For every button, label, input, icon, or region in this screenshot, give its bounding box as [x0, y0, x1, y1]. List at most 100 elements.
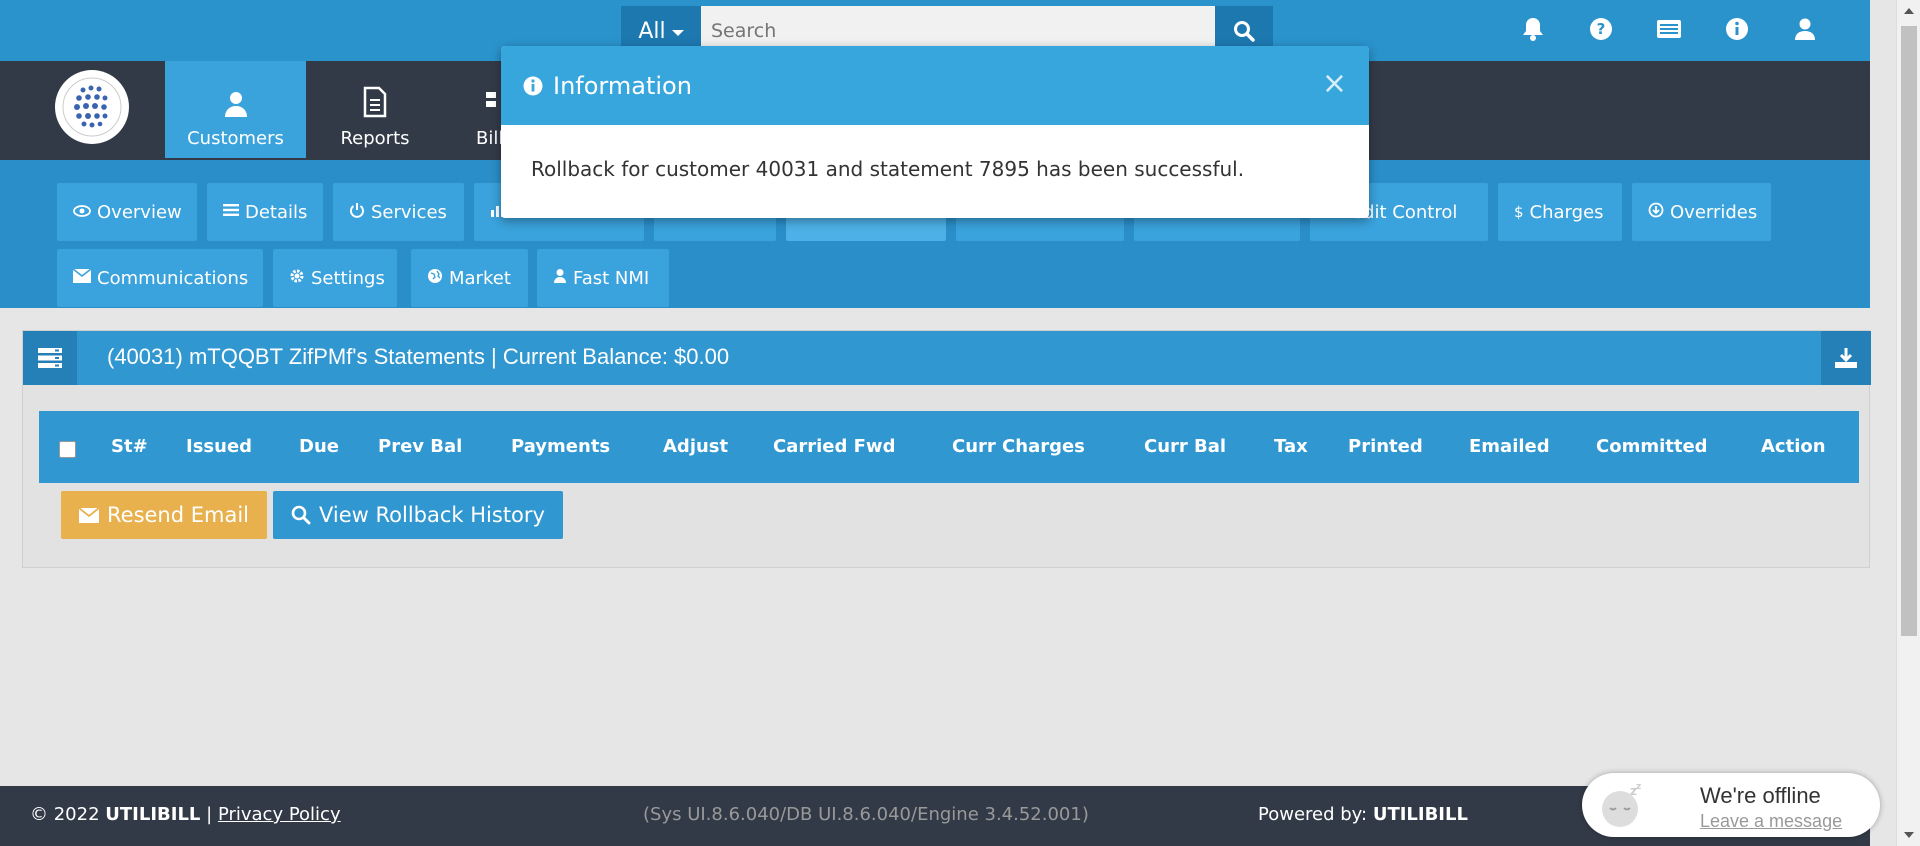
tab-overrides-label: Overrides	[1670, 201, 1758, 223]
search-icon	[1234, 21, 1255, 42]
tab-overview-label: Overview	[97, 201, 182, 223]
resend-email-button[interactable]: Resend Email	[61, 491, 267, 539]
envelope-icon	[79, 507, 99, 523]
user-icon	[553, 268, 567, 288]
tab-charges[interactable]: $ Charges	[1498, 183, 1622, 241]
col-issued[interactable]: Issued	[186, 436, 252, 457]
tab-fast-nmi[interactable]: Fast NMI	[537, 249, 669, 307]
view-rollback-history-button[interactable]: View Rollback History	[273, 491, 563, 539]
statements-panel: (40031) mTQQBT ZifPMf's Statements | Cur…	[22, 330, 1871, 568]
envelope-icon	[72, 268, 92, 287]
caret-down-icon	[671, 30, 684, 36]
copyright-text: © 2022	[30, 804, 100, 825]
app-logo[interactable]	[55, 70, 129, 144]
tab-overrides[interactable]: Overrides	[1632, 183, 1771, 241]
panel-title: (40031) mTQQBT ZifPMf's Statements | Cur…	[107, 344, 730, 369]
version-info: (Sys UI.8.6.040/DB UI.8.6.040/Engine 3.4…	[643, 804, 1089, 825]
bell-icon[interactable]	[1518, 14, 1548, 44]
svg-text:z: z	[1636, 782, 1641, 792]
col-adjust[interactable]: Adjust	[663, 436, 728, 457]
cog-icon	[289, 268, 305, 288]
sleeping-face-icon: z z	[1602, 782, 1641, 827]
information-modal: Information × Rollback for customer 4003…	[501, 46, 1369, 218]
col-emailed[interactable]: Emailed	[1469, 436, 1550, 457]
chat-status: We're offline	[1700, 783, 1821, 808]
view-rollback-history-label: View Rollback History	[319, 503, 545, 527]
powered-by-label: Powered by:	[1258, 804, 1368, 825]
server-icon	[38, 348, 62, 368]
table-icon	[486, 92, 496, 107]
dollar-icon: $	[1514, 203, 1524, 221]
help-icon[interactable]: ?	[1586, 14, 1616, 44]
power-icon	[349, 202, 365, 222]
tab-market-label: Market	[449, 267, 511, 289]
scroll-up-icon[interactable]	[1904, 8, 1914, 14]
chat-widget[interactable]: z z We're offline Leave a message	[1582, 773, 1880, 837]
user-icon[interactable]	[1790, 14, 1820, 44]
panel-toggle[interactable]	[23, 331, 77, 385]
svg-text:?: ?	[1597, 20, 1606, 38]
info-icon	[523, 76, 543, 95]
select-all-checkbox[interactable]	[59, 441, 76, 458]
resend-email-label: Resend Email	[107, 503, 250, 527]
tab-settings[interactable]: Settings	[273, 249, 397, 307]
tab-details[interactable]: Details	[207, 183, 323, 241]
tab-market[interactable]: Market	[411, 249, 528, 307]
nav-customers[interactable]: Customers	[165, 61, 306, 158]
powered-by-brand: UTILIBILL	[1372, 804, 1468, 825]
col-tax[interactable]: Tax	[1274, 436, 1308, 457]
col-payments[interactable]: Payments	[511, 436, 610, 457]
tab-charges-label: Charges	[1529, 201, 1604, 223]
tab-fast-nmi-label: Fast NMI	[573, 267, 650, 289]
col-committed[interactable]: Committed	[1596, 436, 1708, 457]
modal-header: Information	[501, 46, 1369, 125]
nav-billing-label: Bill	[476, 128, 504, 149]
download-button[interactable]	[1821, 331, 1871, 385]
powered-by: Powered by: UTILIBILL	[1258, 804, 1468, 825]
arrow-circle-icon	[1648, 202, 1664, 222]
scroll-down-icon[interactable]	[1904, 832, 1914, 838]
footer-brand: UTILIBILL	[105, 804, 201, 825]
search-icon	[291, 505, 311, 525]
tab-settings-label: Settings	[311, 267, 385, 289]
col-action[interactable]: Action	[1761, 436, 1826, 457]
tab-services[interactable]: Services	[333, 183, 464, 241]
footer-separator: |	[206, 804, 213, 825]
modal-title: Information	[553, 71, 692, 100]
list-icon	[223, 203, 239, 221]
col-curr-charges[interactable]: Curr Charges	[952, 436, 1085, 457]
search-scope-label: All	[638, 18, 666, 44]
download-icon	[1835, 348, 1857, 368]
document-icon	[363, 86, 387, 118]
nav-reports-label: Reports	[340, 128, 410, 149]
nav-reports[interactable]: Reports	[306, 61, 444, 158]
scroll-thumb[interactable]	[1901, 26, 1917, 636]
globe-icon	[427, 268, 443, 288]
privacy-policy-link[interactable]: Privacy Policy	[218, 804, 341, 825]
eye-icon	[73, 203, 91, 221]
modal-message: Rollback for customer 40031 and statemen…	[531, 157, 1245, 181]
col-printed[interactable]: Printed	[1348, 436, 1423, 457]
nav-customers-label: Customers	[187, 128, 284, 149]
footer-copyright: © 2022 UTILIBILL | Privacy Policy	[30, 804, 341, 825]
col-prev-bal[interactable]: Prev Bal	[378, 436, 462, 457]
tab-details-label: Details	[245, 201, 308, 223]
tab-communications-label: Communications	[97, 267, 249, 289]
statements-table-header: St# Issued Due Prev Bal Payments Adjust …	[39, 411, 1859, 483]
page-scrollbar[interactable]	[1896, 0, 1920, 846]
user-icon	[224, 92, 247, 117]
leave-message-link[interactable]: Leave a message	[1700, 811, 1842, 832]
col-carried-fwd[interactable]: Carried Fwd	[773, 436, 895, 457]
nav-billing[interactable]: Bill	[444, 61, 504, 158]
tab-communications[interactable]: Communications	[57, 249, 263, 307]
tab-services-label: Services	[371, 201, 447, 223]
info-icon[interactable]	[1722, 14, 1752, 44]
col-due[interactable]: Due	[299, 436, 339, 457]
tab-overview[interactable]: Overview	[57, 183, 197, 241]
logo-icon	[62, 77, 122, 137]
col-curr-bal[interactable]: Curr Bal	[1144, 436, 1226, 457]
col-st[interactable]: St#	[111, 436, 148, 457]
close-icon[interactable]: ×	[1322, 66, 1347, 101]
panel-header: (40031) mTQQBT ZifPMf's Statements | Cur…	[23, 331, 1871, 385]
id-card-icon[interactable]	[1654, 14, 1684, 44]
